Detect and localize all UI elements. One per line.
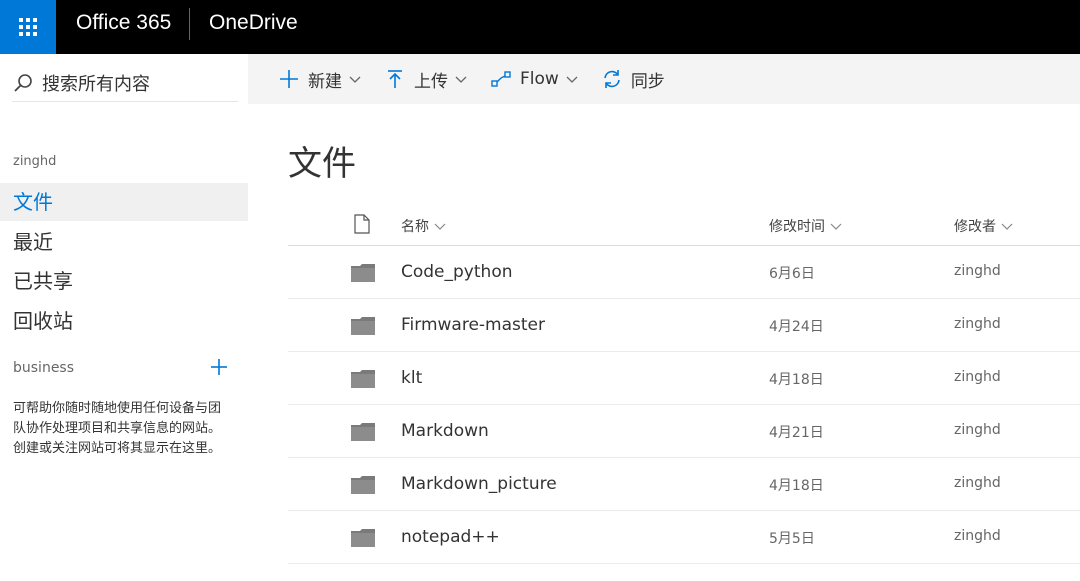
- flow-button[interactable]: Flow: [482, 54, 587, 104]
- folder-icon: [351, 476, 375, 494]
- app-name-onedrive[interactable]: OneDrive: [209, 0, 298, 54]
- sidebar-item-recycle-bin[interactable]: 回收站: [0, 302, 248, 340]
- main-content: 文件 名称 修改时间 修改者 Code_python 6月6日 zinghd F…: [248, 104, 1080, 581]
- sidebar-item-shared[interactable]: 已共享: [0, 262, 248, 300]
- search-icon: [14, 73, 32, 92]
- file-list: 名称 修改时间 修改者 Code_python 6月6日 zinghd Firm…: [288, 202, 1080, 564]
- plus-icon: [280, 70, 298, 88]
- file-modified: 4月18日: [769, 478, 824, 494]
- chevron-down-icon: [349, 76, 361, 83]
- column-header-name-label: 名称: [401, 219, 429, 235]
- column-header-modified-by[interactable]: 修改者: [954, 216, 1014, 236]
- file-modified-by: zinghd: [954, 475, 1001, 491]
- sidebar-item-recent[interactable]: 最近: [0, 223, 248, 261]
- new-button[interactable]: 新建: [270, 54, 370, 104]
- file-modified: 4月24日: [769, 319, 824, 335]
- nav-user-name: zinghd: [13, 154, 57, 169]
- header-divider: [189, 8, 190, 40]
- upload-icon: [388, 70, 402, 88]
- app-launcher-icon: [19, 18, 37, 36]
- file-name[interactable]: notepad++: [401, 527, 500, 547]
- chevron-down-icon: [830, 223, 842, 230]
- file-name[interactable]: klt: [401, 368, 422, 388]
- table-row[interactable]: Markdown_picture 4月18日 zinghd: [288, 458, 1080, 511]
- file-modified: 5月5日: [769, 531, 815, 547]
- left-navigation: 搜索所有内容 zinghd 文件 最近 已共享 回收站 business 可帮助…: [0, 54, 248, 581]
- folder-icon: [351, 423, 375, 441]
- folder-icon: [351, 370, 375, 388]
- sidebar-section-business: business: [13, 360, 75, 376]
- table-row[interactable]: klt 4月18日 zinghd: [288, 352, 1080, 405]
- search-box[interactable]: 搜索所有内容: [12, 64, 238, 102]
- file-type-column-icon[interactable]: [354, 214, 370, 234]
- folder-icon: [351, 529, 375, 547]
- command-bar: 新建 上传 Flow 同步: [248, 54, 1080, 104]
- folder-icon: [351, 264, 375, 282]
- chevron-down-icon: [1001, 223, 1013, 230]
- app-launcher-button[interactable]: [0, 0, 56, 54]
- file-modified-by: zinghd: [954, 528, 1001, 544]
- sync-icon: [604, 70, 620, 88]
- file-list-header: 名称 修改时间 修改者: [288, 202, 1080, 246]
- business-description: 可帮助你随时随地使用任何设备与团队协作处理项目和共享信息的网站。创建或关注网站可…: [13, 401, 222, 456]
- table-row[interactable]: Firmware-master 4月24日 zinghd: [288, 299, 1080, 352]
- table-row[interactable]: Markdown 4月21日 zinghd: [288, 405, 1080, 458]
- column-header-modified[interactable]: 修改时间: [769, 216, 843, 236]
- file-name[interactable]: Markdown_picture: [401, 474, 557, 494]
- chevron-down-icon: [566, 76, 578, 83]
- file-modified-by: zinghd: [954, 263, 1001, 279]
- file-modified: 4月21日: [769, 425, 824, 441]
- file-name[interactable]: Markdown: [401, 421, 489, 441]
- upload-button[interactable]: 上传: [376, 54, 476, 104]
- file-name[interactable]: Firmware-master: [401, 315, 545, 335]
- page-title: 文件: [288, 144, 356, 184]
- upload-button-label: 上传: [414, 71, 448, 92]
- flow-icon: [491, 71, 511, 87]
- file-modified-by: zinghd: [954, 316, 1001, 332]
- top-header-bar: Office 365 OneDrive: [0, 0, 1080, 54]
- sidebar-item-files[interactable]: 文件: [0, 183, 248, 221]
- file-modified-by: zinghd: [954, 422, 1001, 438]
- folder-icon: [351, 317, 375, 335]
- sync-button[interactable]: 同步: [593, 54, 673, 104]
- file-modified: 6月6日: [769, 266, 815, 282]
- sync-button-label: 同步: [630, 71, 665, 92]
- flow-button-label: Flow: [520, 69, 559, 89]
- file-name[interactable]: Code_python: [401, 262, 513, 282]
- column-header-name[interactable]: 名称: [401, 216, 447, 236]
- file-modified-by: zinghd: [954, 369, 1001, 385]
- search-input[interactable]: 搜索所有内容: [42, 70, 150, 96]
- file-modified: 4月18日: [769, 372, 824, 388]
- new-button-label: 新建: [308, 71, 342, 92]
- table-row[interactable]: notepad++ 5月5日 zinghd: [288, 511, 1080, 564]
- column-header-modified-by-label: 修改者: [954, 219, 996, 235]
- table-row[interactable]: Code_python 6月6日 zinghd: [288, 246, 1080, 299]
- brand-office365-link[interactable]: Office 365: [76, 0, 171, 54]
- chevron-down-icon: [434, 223, 446, 230]
- column-header-modified-label: 修改时间: [769, 219, 825, 235]
- chevron-down-icon: [455, 76, 467, 83]
- add-site-plus-icon[interactable]: [209, 357, 229, 377]
